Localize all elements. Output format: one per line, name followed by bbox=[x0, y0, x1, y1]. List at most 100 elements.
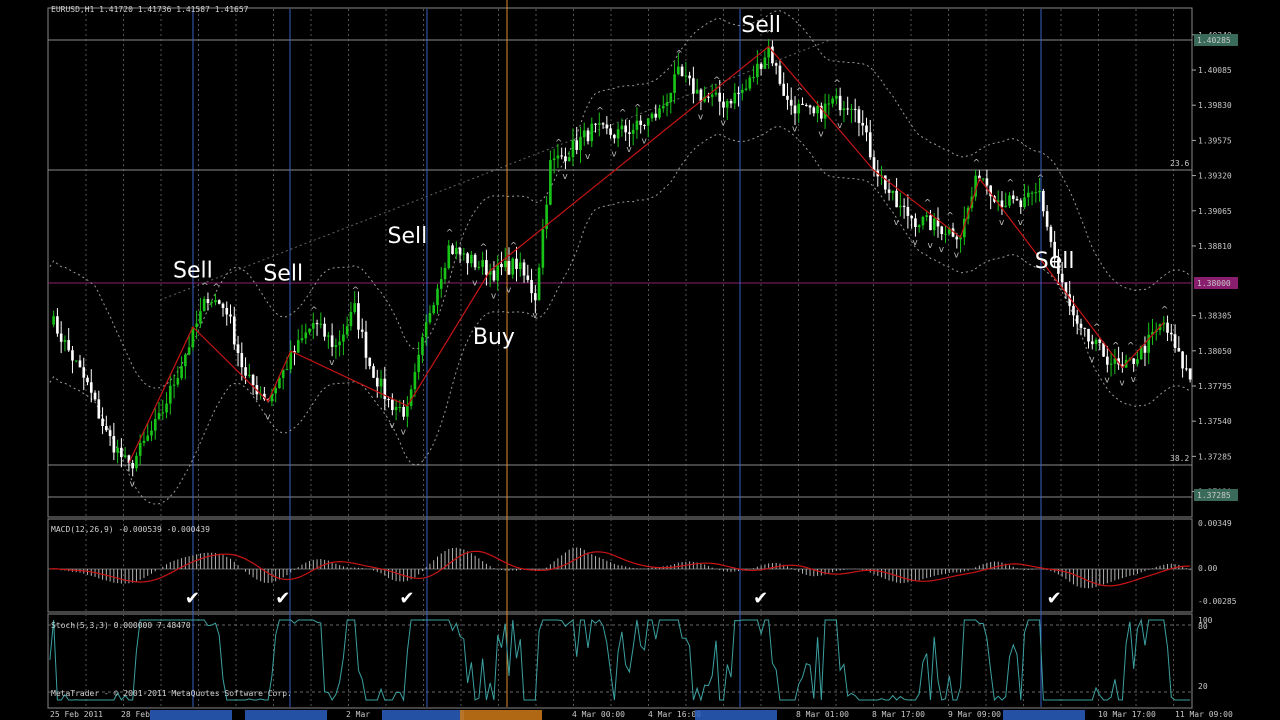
fractal-down-arrow: v bbox=[472, 278, 478, 288]
fractal-up-arrow: ^ bbox=[555, 138, 563, 148]
candle-body bbox=[485, 260, 488, 275]
fractal-down-arrow: v bbox=[939, 245, 945, 255]
candle-body bbox=[470, 254, 473, 264]
candle-body bbox=[503, 261, 507, 268]
candle-body bbox=[786, 95, 789, 100]
candle-body bbox=[940, 226, 944, 235]
y-tick-label: 1.37540 bbox=[1198, 417, 1232, 426]
candle-body bbox=[635, 120, 639, 130]
candle-body bbox=[221, 303, 225, 308]
candle-body bbox=[891, 190, 895, 193]
candle-body bbox=[556, 155, 560, 159]
candle-body bbox=[146, 435, 150, 441]
candle-body bbox=[330, 335, 334, 347]
fractal-down-arrow: v bbox=[506, 286, 512, 296]
fractal-up-arrow: ^ bbox=[1161, 306, 1169, 316]
fractal-down-arrow: v bbox=[818, 130, 824, 140]
candle-body bbox=[733, 92, 737, 104]
candle-body bbox=[710, 94, 714, 97]
fractal-down-arrow: v bbox=[562, 172, 568, 182]
candle-body bbox=[199, 311, 202, 324]
candle-body bbox=[1042, 190, 1045, 212]
candle-body bbox=[673, 74, 676, 93]
fractal-down-arrow: v bbox=[130, 479, 136, 489]
candle-body bbox=[868, 132, 872, 158]
candle-body bbox=[311, 323, 315, 329]
fractal-down-arrow: v bbox=[894, 218, 900, 228]
candle-body bbox=[1038, 190, 1041, 193]
candle-body bbox=[789, 99, 793, 106]
candle-body bbox=[714, 92, 718, 95]
fractal-up-arrow: ^ bbox=[480, 243, 488, 253]
candle-body bbox=[861, 122, 865, 126]
candle-body bbox=[571, 140, 575, 158]
candle-body bbox=[914, 218, 917, 227]
fractal-up-arrow: ^ bbox=[924, 198, 932, 208]
candle-body bbox=[511, 258, 515, 275]
candle-body bbox=[1185, 368, 1188, 370]
candle-body bbox=[552, 158, 556, 161]
price-tag-label: 1.38000 bbox=[1197, 279, 1231, 288]
candle-body bbox=[251, 374, 255, 386]
candle-body bbox=[323, 323, 326, 337]
candle-body bbox=[613, 134, 616, 139]
fractal-down-arrow: v bbox=[927, 241, 933, 251]
fractal-down-arrow: v bbox=[837, 121, 843, 131]
fib-label: 23.6 bbox=[1170, 159, 1189, 168]
time-marker-box bbox=[245, 710, 327, 720]
check-mark: ✔ bbox=[753, 588, 768, 609]
candle-body bbox=[372, 366, 375, 378]
candle-body bbox=[1034, 192, 1038, 194]
y-tick-label: 1.39575 bbox=[1198, 136, 1232, 145]
candle-body bbox=[327, 335, 330, 337]
fractal-down-arrow: v bbox=[329, 358, 335, 368]
macd-tick-label: -0.00285 bbox=[1198, 597, 1237, 606]
x-tick-label: 25 Feb 2011 bbox=[50, 710, 103, 719]
chart-grid bbox=[85, 9, 1174, 707]
check-mark: ✔ bbox=[275, 588, 290, 609]
fractal-down-arrow: v bbox=[611, 149, 617, 159]
price-axis: 1.403401.400851.398301.395751.393201.390… bbox=[1170, 31, 1238, 691]
candle-body bbox=[364, 331, 368, 358]
candle-body bbox=[752, 77, 755, 79]
vertical-markers bbox=[192, 0, 1042, 707]
candle-body bbox=[112, 436, 116, 453]
candle-body bbox=[229, 314, 232, 317]
fractal-up-arrow: ^ bbox=[1112, 341, 1120, 351]
candle-body bbox=[846, 108, 849, 110]
candle-body bbox=[1011, 195, 1015, 200]
fractal-down-arrow: v bbox=[626, 145, 632, 155]
fractal-up-arrow: ^ bbox=[310, 306, 318, 316]
candle-body bbox=[624, 125, 627, 133]
candle-body bbox=[63, 340, 67, 342]
fractal-down-arrow: v bbox=[389, 421, 395, 431]
price-candles bbox=[52, 39, 1192, 477]
candle-body bbox=[917, 225, 921, 227]
trading-chart[interactable]: v^ ^v^v^vv^v^vv^v^vv^v^v^v^v^v^v^v^vvv^v v… bbox=[0, 0, 1280, 720]
candle-body bbox=[74, 360, 78, 362]
candle-body bbox=[1098, 339, 1102, 343]
oscillator-line bbox=[49, 618, 1191, 702]
fractal-down-arrow: v bbox=[532, 311, 538, 321]
candle-body bbox=[650, 113, 654, 119]
horizontal-levels bbox=[48, 39, 1192, 693]
candle-body bbox=[78, 360, 82, 368]
candle-body bbox=[669, 92, 673, 103]
candle-body bbox=[661, 105, 665, 109]
y-tick-label: 1.39830 bbox=[1198, 101, 1232, 110]
candle-body bbox=[451, 245, 454, 255]
osc-tick-label: 20 bbox=[1198, 682, 1208, 691]
y-tick-label: 1.38050 bbox=[1198, 347, 1232, 356]
candle-body bbox=[454, 247, 458, 255]
candle-body bbox=[567, 157, 571, 162]
candle-body bbox=[756, 63, 759, 78]
candle-body bbox=[342, 334, 345, 342]
candle-body bbox=[345, 326, 349, 335]
fractal-down-arrow: v bbox=[999, 218, 1005, 228]
candle-body bbox=[865, 125, 868, 133]
candle-body bbox=[1132, 358, 1135, 364]
candle-body bbox=[210, 302, 214, 304]
x-tick-label: 11 Mar 09:00 bbox=[1175, 710, 1233, 719]
candle-body bbox=[319, 323, 323, 325]
time-marker-box bbox=[1003, 710, 1085, 720]
